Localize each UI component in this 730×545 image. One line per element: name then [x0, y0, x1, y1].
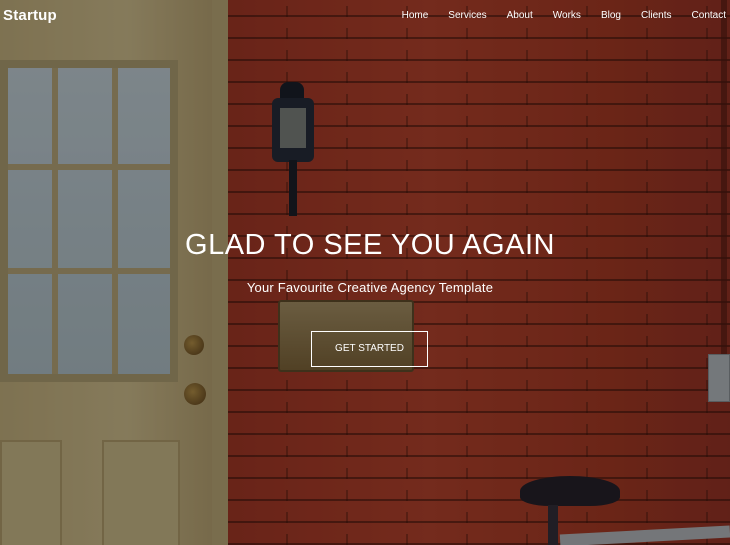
- hero-section: Startup Home Services About Works Blog C…: [0, 0, 730, 545]
- hero-tagline: Your Favourite Creative Agency Template: [246, 280, 494, 295]
- brand-logo[interactable]: Startup: [3, 7, 57, 24]
- nav-item-home[interactable]: Home: [392, 10, 439, 21]
- nav-item-blog[interactable]: Blog: [591, 10, 631, 21]
- hero-content: GLAD TO SEE YOU AGAIN Your Favourite Cre…: [0, 226, 730, 295]
- nav-item-about[interactable]: About: [497, 10, 543, 21]
- nav-item-works[interactable]: Works: [543, 10, 591, 21]
- nav-item-clients[interactable]: Clients: [631, 10, 682, 21]
- get-started-button[interactable]: GET STARTED: [311, 331, 428, 367]
- nav-menu: Home Services About Works Blog Clients C…: [392, 10, 730, 21]
- nav-item-contact[interactable]: Contact: [682, 10, 730, 21]
- nav-item-services[interactable]: Services: [438, 10, 496, 21]
- hero-headline: GLAD TO SEE YOU AGAIN: [185, 229, 555, 261]
- navbar: Startup Home Services About Works Blog C…: [0, 0, 730, 30]
